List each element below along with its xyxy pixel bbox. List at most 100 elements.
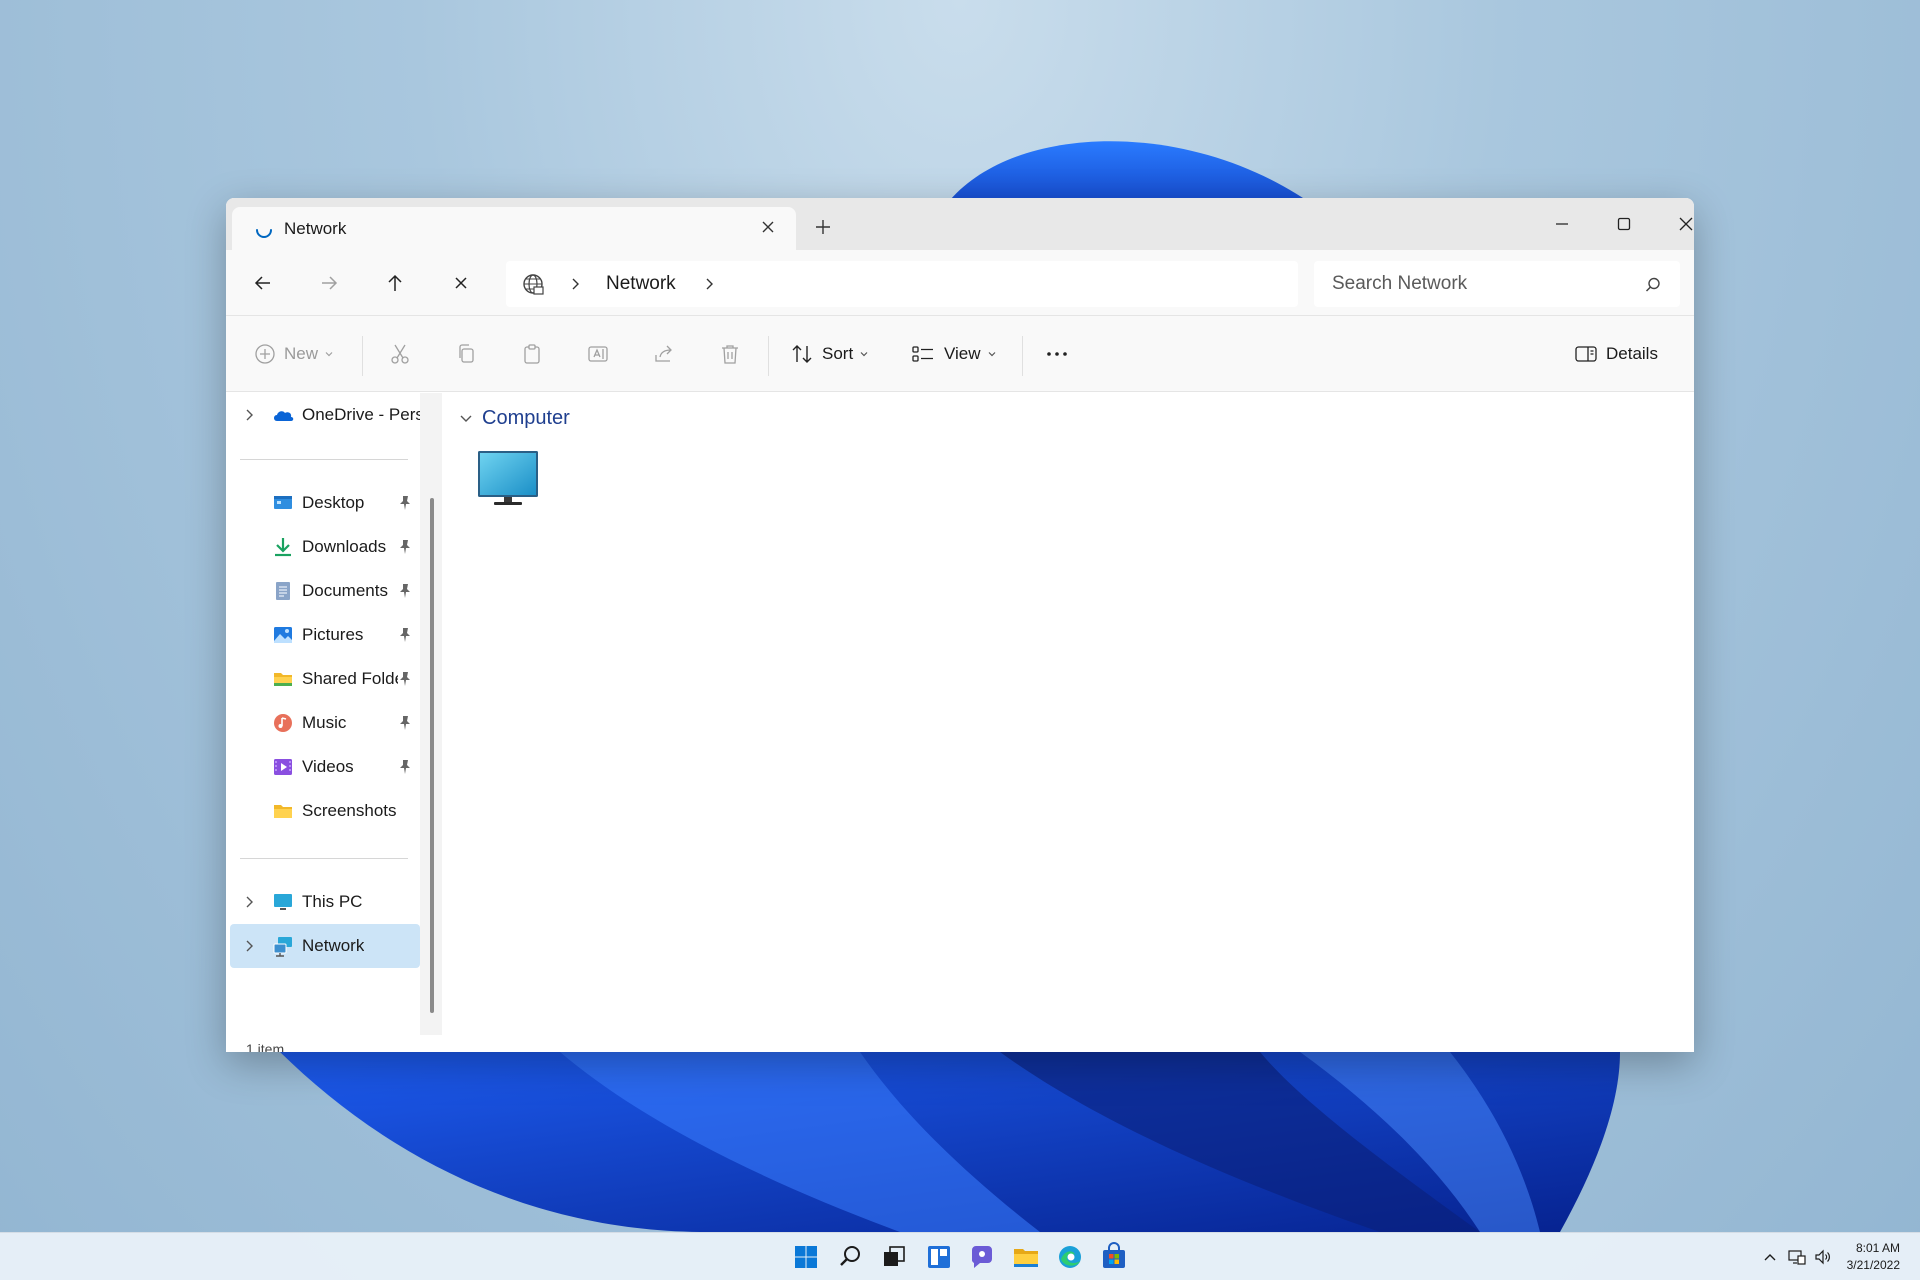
- chevron-down-icon: [324, 349, 334, 359]
- toolbar-separator: [362, 336, 363, 376]
- task-view-icon[interactable]: [879, 1242, 909, 1272]
- chevron-right-icon[interactable]: [242, 939, 256, 953]
- sidebar-item-label: Videos: [302, 757, 354, 777]
- status-bar: 1 item: [226, 1035, 1694, 1052]
- paste-icon: [520, 342, 544, 366]
- new-button[interactable]: New: [254, 338, 334, 370]
- see-more-button[interactable]: [1042, 338, 1072, 370]
- chevron-right-icon[interactable]: [702, 277, 716, 291]
- network-globe-icon: [520, 272, 546, 298]
- navigation-bar: Network: [226, 250, 1694, 316]
- view-icon: [910, 342, 936, 366]
- rename-button[interactable]: [586, 338, 610, 370]
- breadcrumb-network[interactable]: Network: [606, 273, 676, 295]
- sort-label: Sort: [822, 344, 853, 364]
- computer-icon[interactable]: [476, 449, 540, 509]
- sidebar-item-onedrive[interactable]: OneDrive - Perso: [230, 393, 420, 437]
- details-pane-icon: [1574, 342, 1598, 366]
- pin-icon[interactable]: [398, 715, 412, 731]
- more-options-icon: [1042, 342, 1072, 366]
- sidebar-scrollbar[interactable]: [430, 498, 434, 1013]
- sidebar-item-pictures[interactable]: Pictures: [230, 613, 420, 657]
- sort-button[interactable]: Sort: [790, 338, 869, 370]
- sidebar-item-this-pc[interactable]: This PC: [230, 880, 420, 924]
- paste-button[interactable]: [520, 338, 544, 370]
- delete-button[interactable]: [718, 338, 742, 370]
- tab-title: Network: [284, 219, 346, 239]
- maximize-button[interactable]: [1599, 206, 1649, 242]
- file-explorer-icon[interactable]: [1011, 1242, 1041, 1272]
- clock-time: 8:01 AM: [1847, 1240, 1900, 1257]
- search-input[interactable]: [1314, 261, 1634, 307]
- pin-icon[interactable]: [398, 583, 412, 599]
- sort-icon: [790, 342, 814, 366]
- sidebar-item-label: OneDrive - Perso: [302, 405, 420, 425]
- rename-icon: [586, 342, 610, 366]
- cut-button[interactable]: [388, 338, 412, 370]
- minimize-button[interactable]: [1537, 206, 1587, 242]
- new-tab-icon[interactable]: [812, 216, 834, 238]
- toolbar-separator: [1022, 336, 1023, 376]
- item-count: 1 item: [246, 1041, 284, 1052]
- group-label: Computer: [482, 407, 570, 430]
- chevron-down-icon: [458, 411, 474, 427]
- pin-icon[interactable]: [398, 627, 412, 643]
- view-button[interactable]: View: [910, 338, 997, 370]
- close-tab-icon[interactable]: [758, 217, 778, 237]
- details-pane-button[interactable]: Details: [1574, 338, 1658, 370]
- chevron-right-icon[interactable]: [242, 408, 256, 422]
- file-list: Computer: [442, 393, 1694, 1035]
- stop-icon[interactable]: [446, 268, 476, 298]
- sidebar-item-desktop[interactable]: Desktop: [230, 481, 420, 525]
- navigation-pane: OneDrive - Perso Desktop Downloads Docum…: [226, 393, 420, 1035]
- edge-browser-icon[interactable]: [1055, 1242, 1085, 1272]
- up-arrow-icon[interactable]: [380, 268, 410, 298]
- pin-icon[interactable]: [398, 495, 412, 511]
- volume-icon[interactable]: [1814, 1249, 1832, 1265]
- start-icon[interactable]: [791, 1242, 821, 1272]
- clock-date: 3/21/2022: [1847, 1257, 1900, 1274]
- share-button[interactable]: [652, 338, 676, 370]
- chevron-right-icon[interactable]: [242, 895, 256, 909]
- copy-button[interactable]: [454, 338, 478, 370]
- sidebar-item-music[interactable]: Music: [230, 701, 420, 745]
- forward-arrow-icon[interactable]: [314, 268, 344, 298]
- microsoft-store-icon[interactable]: [1099, 1242, 1129, 1272]
- sidebar-item-videos[interactable]: Videos: [230, 745, 420, 789]
- taskbar: 8:01 AM 3/21/2022: [0, 1232, 1920, 1280]
- sidebar-item-screenshots[interactable]: Screenshots: [230, 789, 420, 833]
- widgets-icon[interactable]: [924, 1242, 954, 1272]
- search-box[interactable]: [1314, 261, 1680, 307]
- network-status-icon[interactable]: [1788, 1249, 1806, 1265]
- onedrive-cloud-icon: [272, 404, 294, 426]
- sidebar-item-shared-folder[interactable]: Shared Folde: [230, 657, 420, 701]
- copy-icon: [454, 342, 478, 366]
- sidebar-item-label: Desktop: [302, 493, 364, 513]
- group-header-computer[interactable]: Computer: [458, 407, 570, 430]
- pictures-icon: [272, 624, 294, 646]
- sidebar-item-documents[interactable]: Documents: [230, 569, 420, 613]
- sidebar-divider: [240, 459, 408, 460]
- tab-network[interactable]: Network: [232, 207, 796, 250]
- sidebar-item-downloads[interactable]: Downloads: [230, 525, 420, 569]
- downloads-icon: [272, 536, 294, 558]
- chevron-up-icon[interactable]: [1761, 1249, 1779, 1265]
- chevron-down-icon: [987, 349, 997, 359]
- pin-icon[interactable]: [398, 671, 412, 687]
- toolbar-separator: [768, 336, 769, 376]
- pin-icon[interactable]: [398, 759, 412, 775]
- folder-icon: [272, 800, 294, 822]
- system-clock[interactable]: 8:01 AM 3/21/2022: [1847, 1240, 1900, 1274]
- address-bar[interactable]: Network: [506, 261, 1298, 307]
- back-arrow-icon[interactable]: [248, 268, 278, 298]
- close-window-button[interactable]: [1661, 206, 1694, 242]
- sidebar-item-label: Shared Folde: [302, 669, 398, 689]
- pin-icon[interactable]: [398, 539, 412, 555]
- search-icon[interactable]: [836, 1242, 866, 1272]
- chevron-right-icon[interactable]: [568, 277, 582, 291]
- sidebar-item-network[interactable]: Network: [230, 924, 420, 968]
- sidebar-item-label: Pictures: [302, 625, 363, 645]
- minimize-icon: [1552, 214, 1572, 234]
- chat-icon[interactable]: [967, 1242, 997, 1272]
- command-bar: New: [226, 316, 1694, 392]
